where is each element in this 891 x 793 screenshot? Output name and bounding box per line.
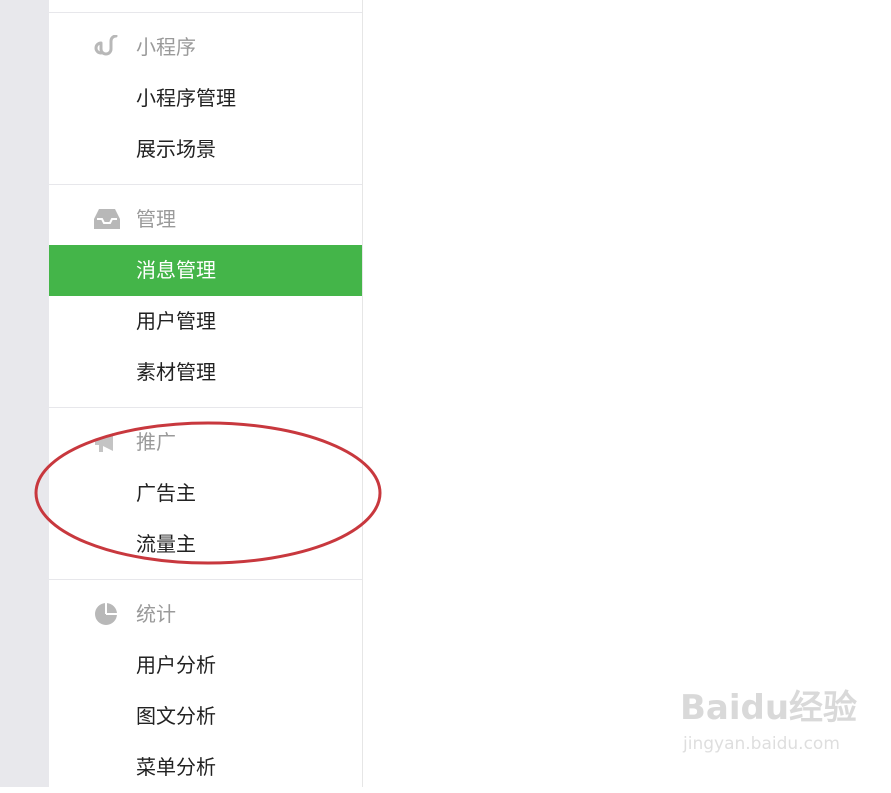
sidebar-item-mini-program-manage[interactable]: 小程序管理 [49,73,362,124]
watermark: Baidu经验 jingyan.baidu.com [680,688,857,768]
sidebar-item-label: 素材管理 [136,360,216,384]
sidebar-item-user-analysis[interactable]: 用户分析 [49,640,362,691]
sidebar-item-label: 流量主 [136,532,196,556]
section-title: 管理 [136,207,176,231]
watermark-logo: Baidu经验 [680,688,858,728]
sidebar-item-article-analysis[interactable]: 图文分析 [49,691,362,742]
sidebar-item-user-manage[interactable]: 用户管理 [49,296,362,347]
divider [49,12,362,13]
section-manage: 管理 [49,199,362,239]
pie-chart-icon [92,602,122,626]
link-icon [92,34,122,59]
section-statistics: 统计 [49,594,362,634]
section-promotion: 推广 [49,422,362,462]
sidebar-item-message-manage[interactable]: 消息管理 [49,245,362,296]
sidebar-item-label: 用户管理 [136,309,216,333]
sidebar-menu: 小程序 小程序管理 展示场景 管理 消息管理 用户管理 素材管理 推广 广告主 … [49,0,363,787]
sidebar-item-material-manage[interactable]: 素材管理 [49,347,362,398]
sidebar-item-label: 菜单分析 [136,755,216,779]
watermark-url: jingyan.baidu.com [683,734,840,754]
inbox-icon [92,207,122,231]
left-gutter [0,0,49,787]
section-title: 小程序 [136,35,196,59]
sidebar-item-label: 图文分析 [136,704,216,728]
divider [49,407,362,408]
sidebar-item-display-scene[interactable]: 展示场景 [49,124,362,175]
section-title: 统计 [136,602,176,626]
section-mini-program: 小程序 [49,27,362,67]
sidebar-item-label: 广告主 [136,481,196,505]
megaphone-icon [92,430,122,454]
divider [49,184,362,185]
sidebar-item-label: 用户分析 [136,653,216,677]
sidebar-item-label: 展示场景 [136,137,216,161]
sidebar-item-label: 小程序管理 [136,86,236,110]
divider [49,579,362,580]
sidebar-item-traffic-owner[interactable]: 流量主 [49,519,362,570]
sidebar-item-label: 消息管理 [136,258,216,282]
sidebar-item-menu-analysis[interactable]: 菜单分析 [49,742,362,793]
sidebar-item-advertiser[interactable]: 广告主 [49,468,362,519]
section-title: 推广 [136,430,176,454]
